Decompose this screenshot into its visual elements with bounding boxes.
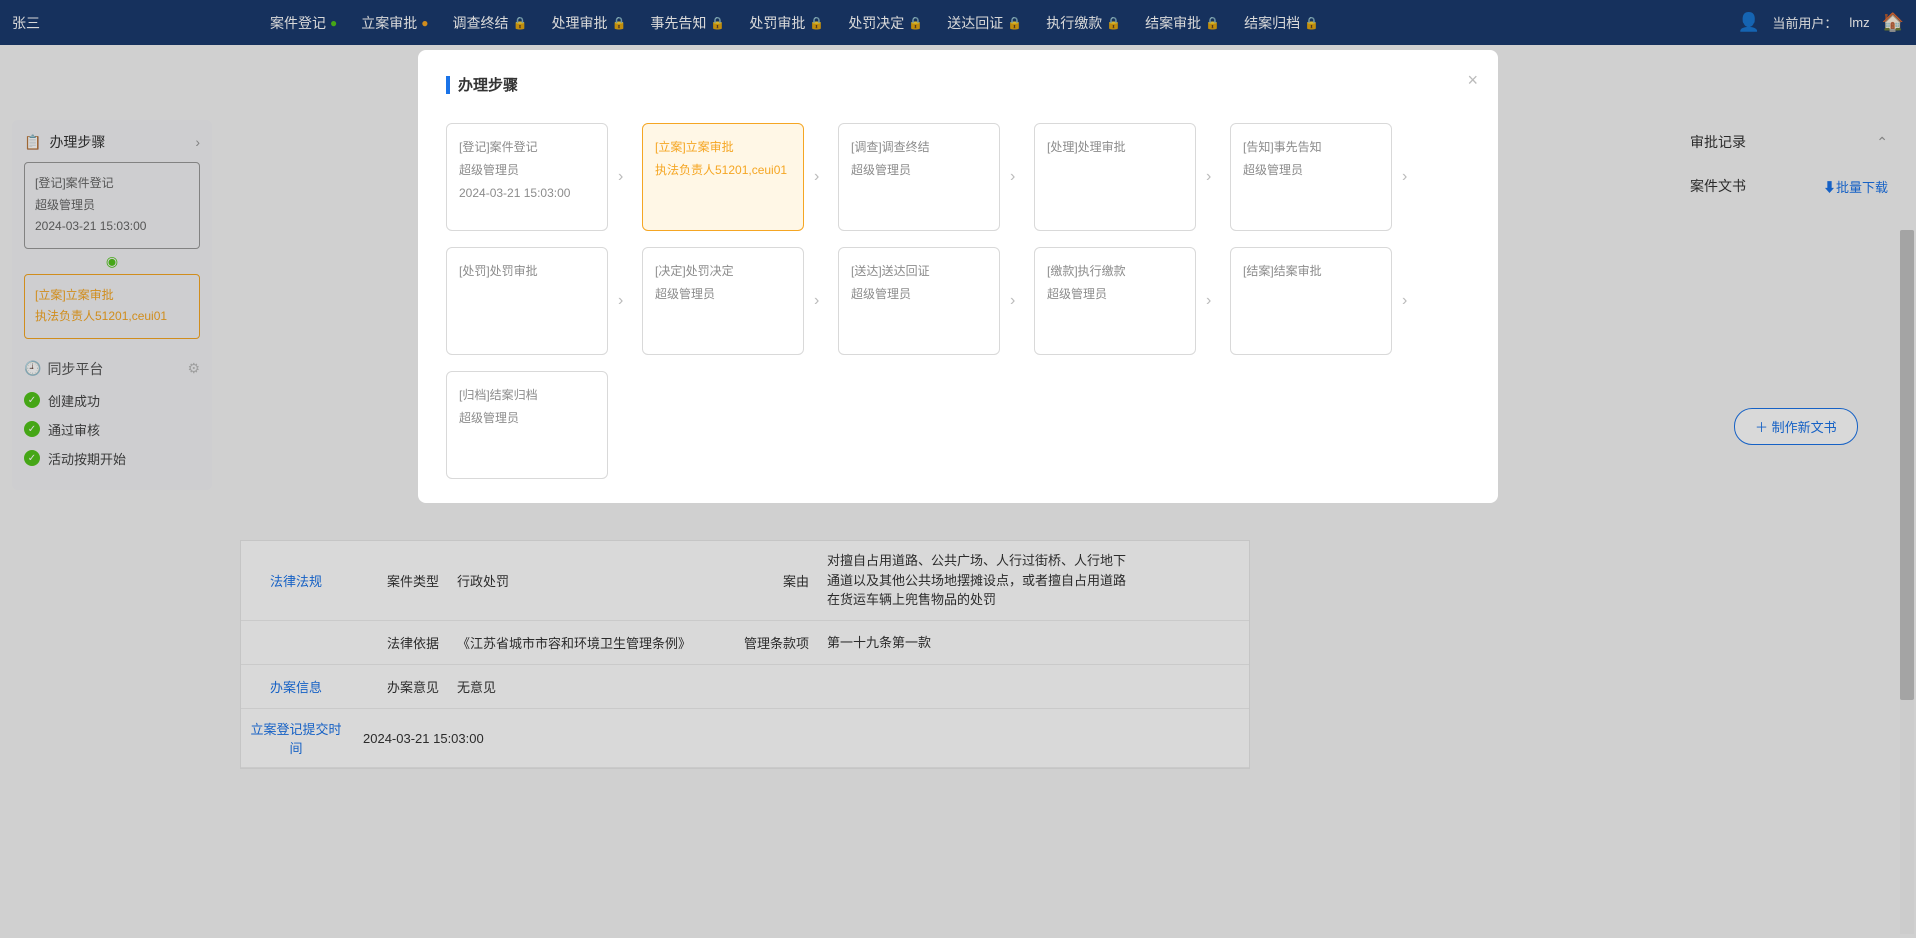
step-box[interactable]: [送达]送达回证超级管理员: [838, 247, 1000, 355]
step-box[interactable]: [告知]事先告知超级管理员: [1230, 123, 1392, 231]
modal-title: 办理步骤: [458, 74, 518, 95]
close-icon[interactable]: ×: [1467, 70, 1478, 91]
chevron-right-icon: ›: [1010, 168, 1024, 186]
step-box[interactable]: [调查]调查终结超级管理员: [838, 123, 1000, 231]
steps-modal: 办理步骤 × [登记]案件登记超级管理员2024-03-21 15:03:00 ›…: [418, 50, 1498, 503]
step-box[interactable]: [处罚]处罚审批: [446, 247, 608, 355]
step-box[interactable]: [归档]结案归档超级管理员: [446, 371, 608, 479]
chevron-right-icon: ›: [814, 168, 828, 186]
chevron-right-icon: ›: [618, 168, 632, 186]
chevron-right-icon: ›: [1402, 292, 1416, 310]
modal-overlay: 办理步骤 × [登记]案件登记超级管理员2024-03-21 15:03:00 ›…: [0, 0, 1916, 938]
chevron-right-icon: ›: [618, 292, 632, 310]
chevron-right-icon: ›: [1010, 292, 1024, 310]
chevron-right-icon: ›: [1206, 168, 1220, 186]
steps-grid: [登记]案件登记超级管理员2024-03-21 15:03:00 › [立案]立案审…: [446, 123, 1470, 479]
step-box[interactable]: [决定]处罚决定超级管理员: [642, 247, 804, 355]
chevron-right-icon: ›: [1402, 168, 1416, 186]
step-box[interactable]: [结案]结案审批: [1230, 247, 1392, 355]
step-box[interactable]: [立案]立案审批执法负责人51201,ceui01: [642, 123, 804, 231]
step-box[interactable]: [登记]案件登记超级管理员2024-03-21 15:03:00: [446, 123, 608, 231]
chevron-right-icon: ›: [1206, 292, 1220, 310]
modal-title-bar: [446, 76, 450, 94]
chevron-right-icon: ›: [814, 292, 828, 310]
step-box[interactable]: [缴款]执行缴款超级管理员: [1034, 247, 1196, 355]
step-box[interactable]: [处理]处理审批: [1034, 123, 1196, 231]
